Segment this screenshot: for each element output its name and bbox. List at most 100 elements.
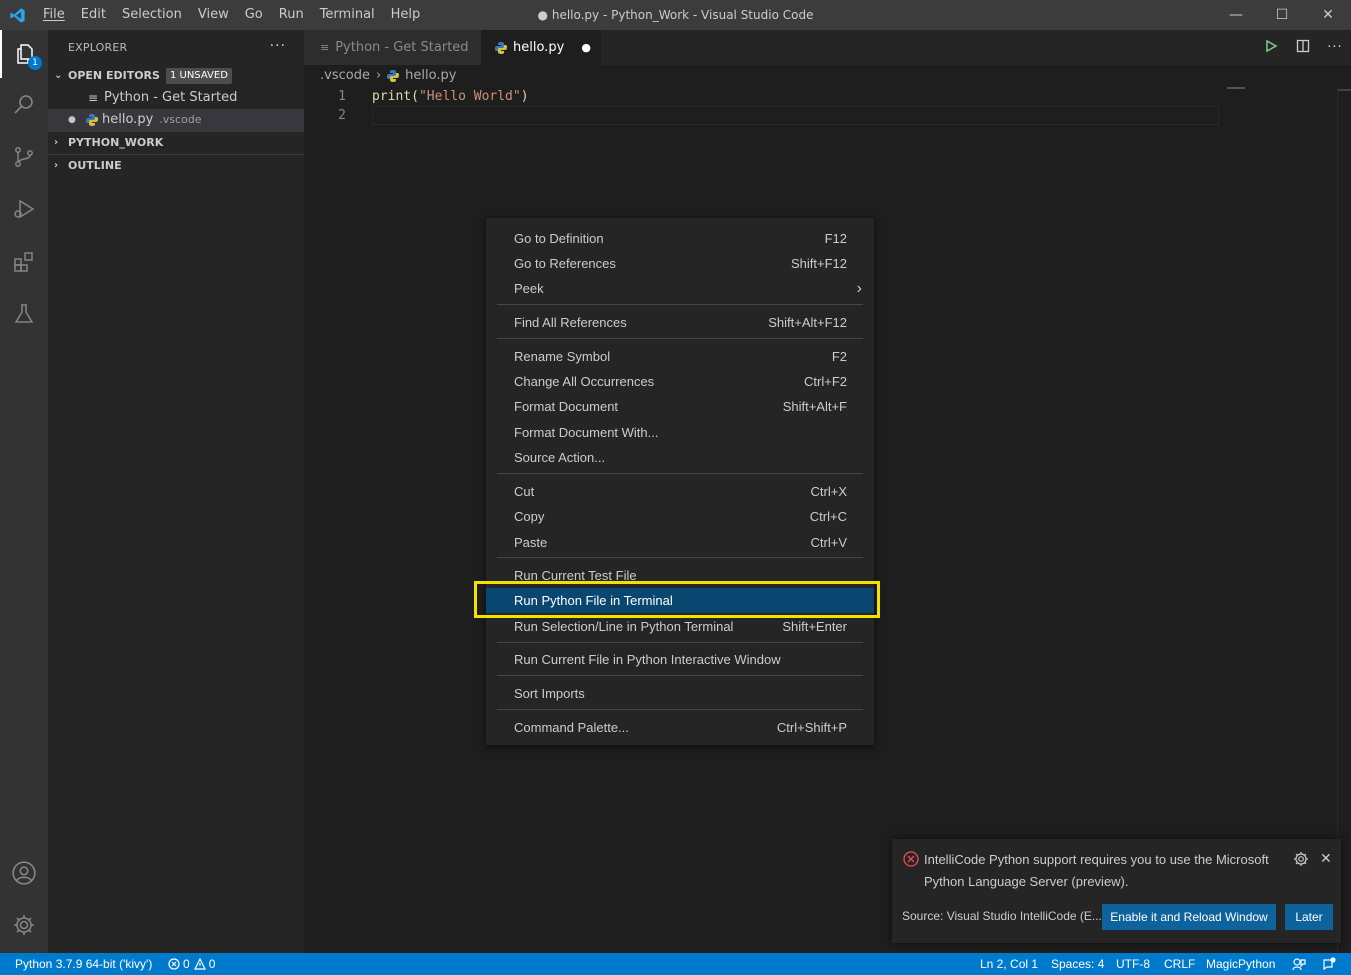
menu-item-rename-symbol[interactable]: Rename Symbol F2 [486, 344, 874, 369]
menu-item-peek[interactable]: Peek › [486, 276, 874, 301]
notification-close-icon[interactable]: ✕ [1320, 850, 1332, 867]
enable-reload-button[interactable]: Enable it and Reload Window [1102, 904, 1276, 930]
unsaved-dot-icon[interactable]: ● [581, 41, 591, 54]
encoding-status[interactable]: UTF-8 [1116, 953, 1150, 975]
tab-hello-py[interactable]: hello.py ● [481, 30, 601, 65]
problems-status[interactable]: 0 0 [168, 953, 215, 975]
menu-item-find-all-references[interactable]: Find All References Shift+Alt+F12 [486, 310, 874, 335]
indentation-status[interactable]: Spaces: 4 [1051, 953, 1104, 975]
menu-item-cut[interactable]: Cut Ctrl+X [486, 479, 874, 504]
notifications-bell-icon[interactable] [1322, 953, 1336, 975]
explorer-sidebar: EXPLORER ··· ⌄ OPEN EDITORS 1 UNSAVED ≡ … [48, 30, 304, 953]
editor-actions: ··· [1255, 30, 1351, 65]
tab-python-get-started[interactable]: ≡ Python - Get Started [304, 30, 481, 65]
code-string: "Hello World" [418, 89, 521, 104]
menu-go[interactable]: Go [237, 0, 271, 30]
minimize-button[interactable]: — [1213, 0, 1259, 30]
breadcrumb-folder[interactable]: .vscode [320, 65, 370, 87]
menu-item-label: Format Document [514, 399, 619, 414]
chevron-right-icon: › [856, 280, 862, 297]
search-icon [14, 95, 33, 114]
menu-item-change-all-occurrences[interactable]: Change All Occurrences Ctrl+F2 [486, 369, 874, 394]
code-function: print( [372, 89, 419, 104]
menu-item-copy[interactable]: Copy Ctrl+C [486, 504, 874, 529]
testing-activity[interactable] [0, 290, 48, 338]
python-file-icon [495, 41, 507, 54]
menu-item-run-in-interactive-window[interactable]: Run Current File in Python Interactive W… [486, 647, 874, 672]
menu-item-shortcut: Ctrl+F2 [804, 374, 847, 389]
unsaved-dot-icon[interactable]: ● [68, 109, 86, 131]
python-interpreter-status[interactable]: Python 3.7.9 64-bit ('kivy') [15, 953, 152, 975]
notification-source: Source: Visual Studio IntelliCode (E... [902, 909, 1102, 923]
menu-item-label: Cut [514, 484, 535, 499]
maximize-button[interactable]: ☐ [1259, 0, 1305, 30]
menu-item-source-action[interactable]: Source Action... [486, 445, 874, 470]
menu-run[interactable]: Run [271, 0, 312, 30]
more-actions-icon[interactable]: ··· [1319, 40, 1351, 55]
cursor-position-status[interactable]: Ln 2, Col 1 [980, 953, 1038, 975]
vertical-scrollbar[interactable] [1337, 87, 1351, 953]
line-number: 1 [338, 89, 346, 104]
scrollbar-thumb[interactable] [1338, 89, 1351, 91]
menu-file[interactable]: File [35, 0, 73, 30]
menu-edit[interactable]: Edit [73, 0, 114, 30]
menu-selection[interactable]: Selection [114, 0, 190, 30]
open-editors-header[interactable]: ⌄ OPEN EDITORS 1 UNSAVED [48, 65, 304, 87]
warning-count: 0 [208, 957, 216, 971]
run-debug-activity[interactable] [0, 185, 48, 233]
menu-separator [497, 642, 863, 643]
open-editor-item[interactable]: ≡ Python - Get Started [48, 87, 304, 109]
activity-bar: 1 [0, 30, 48, 953]
menu-item-label: Command Palette... [514, 720, 629, 735]
python-file-icon [86, 114, 102, 126]
vscode-logo-icon [0, 0, 35, 30]
breadcrumb-file[interactable]: hello.py [405, 65, 456, 87]
open-editor-item[interactable]: ● hello.py .vscode [48, 109, 304, 131]
notification-settings-gear-icon[interactable] [1293, 851, 1309, 867]
menu-item-go-to-references[interactable]: Go to References Shift+F12 [486, 251, 874, 276]
menu-item-label: Change All Occurrences [514, 374, 655, 389]
editor-tabs: ≡ Python - Get Started hello.py ● ··· [304, 30, 1351, 65]
later-button[interactable]: Later [1285, 904, 1333, 930]
chevron-right-icon: › [54, 160, 59, 171]
sidebar-title: EXPLORER [68, 41, 128, 54]
menu-view[interactable]: View [190, 0, 237, 30]
source-control-activity[interactable] [0, 133, 48, 181]
notification-toast: IntelliCode Python support requires you … [892, 839, 1341, 943]
search-activity[interactable] [0, 80, 48, 128]
menu-separator [497, 304, 863, 305]
manage-gear-icon [14, 915, 34, 935]
breadcrumb: .vscode › hello.py [304, 65, 1351, 87]
outline-label: OUTLINE [68, 159, 122, 172]
eol-status[interactable]: CRLF [1164, 953, 1195, 975]
split-editor-icon[interactable] [1287, 39, 1319, 57]
language-mode-status[interactable]: MagicPython [1206, 953, 1275, 975]
menu-item-sort-imports[interactable]: Sort Imports [486, 681, 874, 706]
feedback-icon[interactable] [1292, 953, 1306, 975]
menu-item-label: Find All References [514, 315, 627, 330]
menu-item-label: Rename Symbol [514, 349, 611, 364]
menu-item-shortcut: Ctrl+V [810, 535, 847, 550]
menu-item-go-to-definition[interactable]: Go to Definition F12 [486, 226, 874, 251]
menu-item-command-palette[interactable]: Command Palette... Ctrl+Shift+P [486, 715, 874, 740]
manage-activity[interactable] [0, 901, 48, 949]
menu-item-format-document[interactable]: Format Document Shift+Alt+F [486, 394, 874, 419]
outline-header[interactable]: › OUTLINE [48, 155, 304, 177]
menu-help[interactable]: Help [383, 0, 429, 30]
explorer-activity[interactable]: 1 [0, 30, 48, 78]
accounts-activity[interactable] [0, 849, 48, 897]
workspace-header[interactable]: › PYTHON_WORK [48, 132, 304, 154]
open-editors-label: OPEN EDITORS [68, 69, 160, 82]
extensions-activity[interactable] [0, 238, 48, 286]
menu-item-label: Paste [514, 535, 548, 550]
menu-terminal[interactable]: Terminal [312, 0, 383, 30]
menu-item-paste[interactable]: Paste Ctrl+V [486, 530, 874, 555]
code-line[interactable]: 1 print("Hello World") [304, 87, 1219, 106]
run-python-file-icon[interactable] [1255, 39, 1287, 57]
minimap[interactable] [1227, 87, 1245, 89]
close-window-button[interactable]: ✕ [1305, 0, 1351, 30]
code-line[interactable]: 2 [304, 106, 1219, 125]
more-actions-icon[interactable]: ··· [270, 38, 286, 54]
menu-item-shortcut: F2 [831, 349, 847, 364]
menu-item-format-document-with[interactable]: Format Document With... [486, 420, 874, 445]
